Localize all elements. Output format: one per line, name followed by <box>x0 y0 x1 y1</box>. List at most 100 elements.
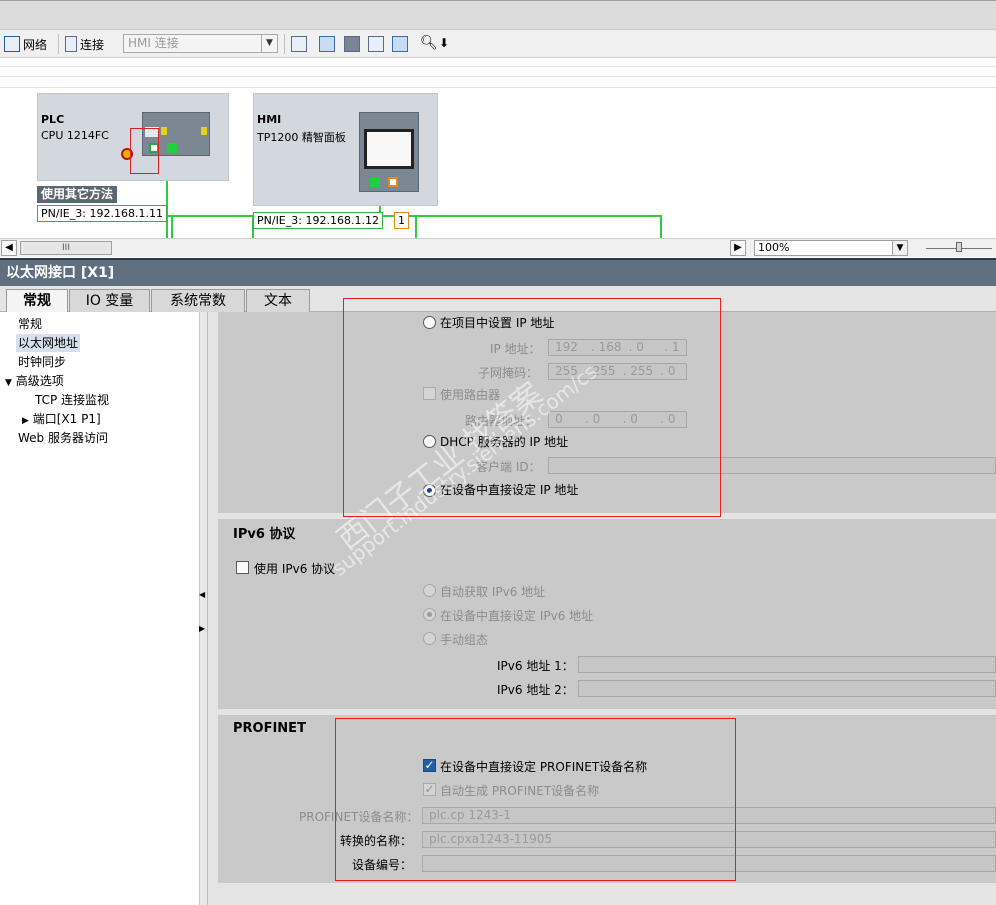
chevron-down-icon[interactable]: ▼ <box>261 35 277 52</box>
hmi-device[interactable]: HMI TP1200 精智面板 <box>253 93 438 206</box>
radio-ipv6-manual <box>423 632 436 645</box>
client-id-field <box>548 457 996 474</box>
table-view-icon[interactable] <box>392 36 408 52</box>
label-ipv6-auto: 自动获取 IPv6 地址 <box>440 585 546 599</box>
nav-item-port-label: 端口[X1 P1] <box>32 412 101 426</box>
ipv6-title: IPv6 协议 <box>233 527 296 542</box>
ipv6-panel: IPv6 协议 使用 IPv6 协议 自动获取 IPv6 地址 在设备中直接设定… <box>218 519 996 709</box>
nav-item-web-server[interactable]: Web 服务器访问 <box>18 429 108 447</box>
zoom-value: 100% <box>758 241 790 254</box>
nav-item-port[interactable]: ▶ 端口[X1 P1] <box>22 410 101 428</box>
zoom-slider-handle[interactable] <box>956 242 962 252</box>
download-icon[interactable]: ⬇ <box>439 36 449 50</box>
converted-name-label: 转换的名称： <box>340 834 413 848</box>
zoom-select[interactable]: 100% <box>754 240 908 256</box>
network-line-segment <box>171 217 173 238</box>
use-router-checkbox <box>423 387 436 400</box>
use-ipv6-label: 使用 IPv6 协议 <box>254 562 336 576</box>
page-icon[interactable] <box>344 36 360 52</box>
network-canvas[interactable]: PLC CPU 1214FC 使用其它方法 PN/IE_3: 192.168.1… <box>0 90 996 238</box>
label-ipv6-manual: 手动组态 <box>440 633 489 647</box>
hmi-title: HMI <box>257 113 282 126</box>
router-address-field: 0. 0. 0. 0 <box>548 411 687 428</box>
device-number-field <box>422 855 996 872</box>
profinet-panel: PROFINET ✓ 在设备中直接设定 PROFINET设备名称 ✓ 自动生成 … <box>218 715 996 883</box>
profinet-title: PROFINET <box>233 721 306 736</box>
hmi-model: TP1200 精智面板 <box>257 131 346 144</box>
network-line-segment <box>660 217 662 238</box>
label-ip-dhcp: DHCP 服务器的 IP 地址 <box>440 435 569 449</box>
show-names-icon[interactable] <box>291 36 307 52</box>
device-number-label: 设备编号： <box>352 858 413 872</box>
connect-button[interactable]: 连接 <box>65 33 104 55</box>
network-line-segment <box>415 217 417 238</box>
device-name-label: PROFINET设备名称： <box>299 810 419 824</box>
pane-splitter[interactable]: ◀ ▶ <box>199 312 208 905</box>
plc-title: PLC <box>41 113 65 126</box>
network-toolbar: 网络 连接 HMI 连接 ▼ 🔍︎ ⬇ <box>0 30 996 58</box>
nav-item-general[interactable]: 常规 <box>18 315 42 333</box>
auto-generate-name-label: 自动生成 PROFINET设备名称 <box>440 784 600 798</box>
connection-type-select[interactable]: HMI 连接 ▼ <box>123 34 278 53</box>
device-name-field: plc.cp 1243-1 <box>422 807 996 824</box>
plc-module-icon <box>142 112 210 156</box>
nav-item-advanced-label: 高级选项 <box>15 374 64 388</box>
radio-ipv6-auto <box>423 584 436 597</box>
chevron-down-icon[interactable]: ▼ <box>892 240 908 256</box>
show-addresses-icon[interactable] <box>319 36 335 52</box>
label-ipv6-direct: 在设备中直接设定 IPv6 地址 <box>440 609 594 623</box>
scrollbar-thumb[interactable]: III <box>20 241 112 255</box>
canvas-scrollbar-row: ◀ III ▶ 100% ▼ <box>0 238 996 257</box>
radio-ip-set-directly[interactable] <box>423 484 436 497</box>
collapse-left-icon[interactable]: ◀ <box>199 590 205 599</box>
hmi-port-tag[interactable]: 1 <box>394 212 409 229</box>
hmi-panel-icon <box>359 112 419 192</box>
expand-down-icon: ▼ <box>5 378 12 388</box>
property-content: 在项目中设置 IP 地址 IP 地址： 192. 168. 0. 1 子网掩码：… <box>208 298 996 905</box>
expand-right-icon: ▶ <box>22 416 29 426</box>
connect-icon <box>65 36 77 52</box>
subnet-mask-field: 255. 255. 255. 0 <box>548 363 687 380</box>
tab-texts[interactable]: 文本 <box>246 289 310 312</box>
nav-item-time-sync[interactable]: 时钟同步 <box>18 353 66 371</box>
canvas-header-band <box>0 58 996 90</box>
converted-name-field: plc.cpxa1243-11905 <box>422 831 996 848</box>
set-name-directly-label: 在设备中直接设定 PROFINET设备名称 <box>440 760 648 774</box>
connection-type-value: HMI 连接 <box>128 36 179 50</box>
connect-label: 连接 <box>80 37 105 52</box>
hmi-ip-tag[interactable]: PN/IE_3: 192.168.1.12 <box>253 212 383 229</box>
radio-ip-dhcp[interactable] <box>423 435 436 448</box>
scroll-right-icon[interactable]: ▶ <box>730 240 746 256</box>
auto-generate-name-checkbox: ✓ <box>423 782 436 796</box>
ipv6-address1-label: IPv6 地址 1： <box>497 659 574 673</box>
set-name-directly-checkbox[interactable]: ✓ <box>423 759 436 772</box>
plc-device[interactable]: PLC CPU 1214FC <box>37 93 229 181</box>
network-view-button[interactable]: 网络 <box>4 33 47 55</box>
nav-item-tcp-monitor[interactable]: TCP 连接监视 <box>35 391 109 409</box>
expand-right-icon[interactable]: ▶ <box>199 624 205 633</box>
property-nav: 常规 以太网地址 时钟同步 ▼ 高级选项 TCP 连接监视 ▶ 端口[X1 P1… <box>0 312 200 905</box>
plc-method-label: 使用其它方法 <box>37 186 118 203</box>
use-router-label: 使用路由器 <box>440 388 501 402</box>
ipv6-address1-field <box>578 656 996 673</box>
zoom-icon[interactable]: 🔍︎ <box>420 35 438 51</box>
label-ip-in-project: 在项目中设置 IP 地址 <box>440 316 555 330</box>
inspector-tabs: 常规 IO 变量 系统常数 文本 <box>0 286 996 313</box>
tab-system-constants[interactable]: 系统常数 <box>151 289 245 312</box>
tab-io-tags[interactable]: IO 变量 <box>69 289 150 312</box>
nav-item-advanced[interactable]: ▼ 高级选项 <box>5 372 64 390</box>
network-label: 网络 <box>23 37 48 52</box>
radio-ip-in-project[interactable] <box>423 316 436 329</box>
grid-icon[interactable] <box>368 36 384 52</box>
ip-address-label: IP 地址： <box>490 342 541 356</box>
scroll-left-icon[interactable]: ◀ <box>1 240 17 256</box>
radio-ipv6-direct <box>423 608 436 621</box>
use-ipv6-checkbox[interactable] <box>236 561 249 574</box>
ipv6-address2-field <box>578 680 996 697</box>
window-top-strip <box>0 0 996 30</box>
tab-general[interactable]: 常规 <box>6 289 68 313</box>
ipv4-panel: 在项目中设置 IP 地址 IP 地址： 192. 168. 0. 1 子网掩码：… <box>218 312 996 513</box>
plc-ip-tag[interactable]: PN/IE_3: 192.168.1.11 <box>37 205 167 222</box>
label-ip-set-directly: 在设备中直接设定 IP 地址 <box>440 483 579 497</box>
nav-item-ethernet-address[interactable]: 以太网地址 <box>16 334 81 352</box>
